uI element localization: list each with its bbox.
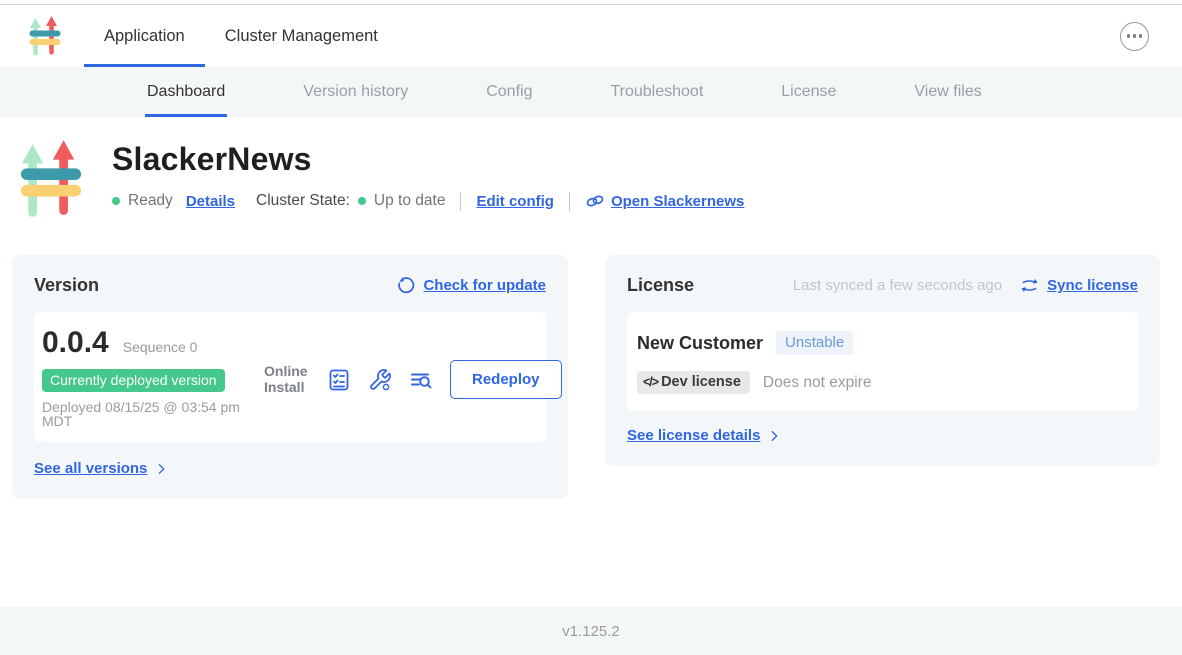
current-version-panel: 0.0.4 Sequence 0 Currently deployed vers… bbox=[34, 312, 546, 442]
chevron-right-icon bbox=[766, 428, 782, 444]
nav-tab-application[interactable]: Application bbox=[84, 5, 205, 67]
license-card: License Last synced a few seconds ago Sy… bbox=[605, 255, 1160, 466]
license-type-label: Dev license bbox=[661, 374, 741, 390]
check-for-update-link[interactable]: Check for update bbox=[423, 277, 546, 294]
tab-view-files[interactable]: View files bbox=[912, 67, 983, 117]
tab-troubleshoot[interactable]: Troubleshoot bbox=[608, 67, 705, 117]
see-license-details-link[interactable]: See license details bbox=[627, 427, 760, 444]
install-type-label: Online Install bbox=[264, 364, 310, 395]
license-expiration: Does not expire bbox=[763, 374, 872, 392]
tab-dashboard[interactable]: Dashboard bbox=[145, 67, 227, 117]
divider bbox=[460, 192, 461, 211]
cluster-state-value: Up to date bbox=[374, 192, 446, 210]
license-panel: New Customer Unstable </> Dev license Do… bbox=[627, 312, 1138, 411]
code-icon: </> bbox=[643, 375, 658, 389]
version-card: Version Check for update 0.0.4 Sequence … bbox=[12, 255, 568, 499]
currently-deployed-badge: Currently deployed version bbox=[42, 369, 225, 392]
version-sequence: Sequence 0 bbox=[123, 339, 198, 355]
console-version: v1.125.2 bbox=[562, 623, 620, 640]
license-type-badge: </> Dev license bbox=[637, 371, 750, 394]
sync-icon bbox=[1020, 277, 1039, 294]
tab-license[interactable]: License bbox=[779, 67, 838, 117]
sync-license-link[interactable]: Sync license bbox=[1047, 277, 1138, 294]
app-status-text: Ready bbox=[128, 192, 173, 210]
details-link[interactable]: Details bbox=[186, 193, 235, 210]
open-app-link[interactable]: Open Slackernews bbox=[611, 193, 744, 210]
cluster-state-label: Cluster State: bbox=[256, 192, 350, 210]
primary-nav: Application Cluster Management bbox=[0, 5, 1182, 67]
refresh-icon bbox=[396, 276, 415, 295]
deployed-timestamp: Deployed 08/15/25 @ 03:54 pm MDT bbox=[42, 400, 254, 428]
nav-tab-label: Application bbox=[104, 27, 185, 46]
version-number: 0.0.4 bbox=[42, 326, 109, 360]
app-logo-large-icon bbox=[20, 137, 82, 221]
app-status-dot bbox=[112, 197, 120, 205]
channel-badge: Unstable bbox=[776, 331, 853, 355]
tab-config[interactable]: Config bbox=[484, 67, 534, 117]
ellipsis-icon bbox=[1127, 34, 1131, 38]
nav-tab-label: Cluster Management bbox=[225, 27, 378, 46]
app-subnav: Dashboard Version history Config Trouble… bbox=[0, 67, 1182, 117]
app-logo-icon bbox=[28, 15, 62, 57]
edit-config-link[interactable]: Edit config bbox=[476, 193, 554, 210]
link-icon bbox=[585, 191, 605, 211]
deploy-logs-icon[interactable] bbox=[409, 368, 433, 392]
dashboard-cards: Version Check for update 0.0.4 Sequence … bbox=[0, 255, 1182, 499]
cluster-state-dot bbox=[358, 197, 366, 205]
license-card-title: License bbox=[627, 275, 694, 296]
app-status-row: Ready Details Cluster State: Up to date … bbox=[112, 191, 744, 211]
footer: v1.125.2 bbox=[0, 607, 1182, 655]
more-options-button[interactable] bbox=[1120, 22, 1149, 51]
chevron-right-icon bbox=[153, 461, 169, 477]
app-header: SlackerNews Ready Details Cluster State:… bbox=[0, 117, 1182, 221]
redeploy-button[interactable]: Redeploy bbox=[450, 360, 562, 399]
customer-name: New Customer bbox=[637, 333, 763, 354]
page-title: SlackerNews bbox=[112, 141, 744, 178]
preflight-checks-icon[interactable] bbox=[327, 368, 351, 392]
configure-icon[interactable] bbox=[368, 368, 392, 392]
tab-version-history[interactable]: Version history bbox=[301, 67, 410, 117]
version-card-title: Version bbox=[34, 275, 99, 296]
divider bbox=[569, 192, 570, 211]
see-all-versions-link[interactable]: See all versions bbox=[34, 460, 147, 477]
nav-tab-cluster-management[interactable]: Cluster Management bbox=[205, 5, 398, 67]
last-synced-text: Last synced a few seconds ago bbox=[793, 277, 1002, 294]
